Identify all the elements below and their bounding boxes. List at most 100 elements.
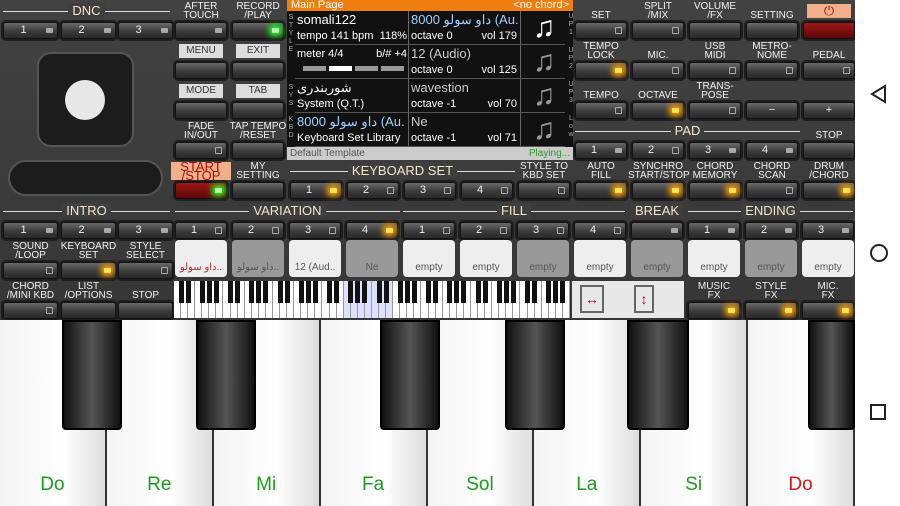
- chordmemory-button[interactable]: [689, 182, 741, 199]
- joystick-knob[interactable]: [65, 80, 105, 120]
- mini-black-key[interactable]: [525, 281, 531, 303]
- mini-black-key[interactable]: [383, 281, 389, 303]
- mini-black-key[interactable]: [553, 281, 559, 303]
- dnc2-button[interactable]: 2: [61, 22, 116, 39]
- styletokbd-button[interactable]: [518, 182, 570, 199]
- startstop-button[interactable]: [175, 182, 227, 199]
- mini-black-key[interactable]: [305, 281, 311, 303]
- tempolock-button[interactable]: [575, 62, 627, 79]
- menu-button[interactable]: [175, 62, 227, 79]
- octave-button[interactable]: [632, 102, 684, 119]
- mic-button[interactable]: [632, 62, 684, 79]
- mini-black-key[interactable]: [454, 281, 460, 303]
- black-key[interactable]: [380, 320, 440, 430]
- var1-button[interactable]: 1: [175, 222, 227, 239]
- keyboardset-button[interactable]: [61, 262, 116, 279]
- home-icon[interactable]: [869, 243, 889, 263]
- var3-button[interactable]: 3: [289, 222, 341, 239]
- part-3[interactable]: wavestion octave -1 vol 70: [408, 79, 521, 112]
- fade-button[interactable]: [175, 142, 227, 159]
- mini-black-key[interactable]: [355, 281, 361, 303]
- mini-black-key[interactable]: [199, 281, 205, 303]
- set-button[interactable]: [575, 22, 627, 39]
- mysetting-button[interactable]: [232, 182, 284, 199]
- setting-button[interactable]: [746, 22, 798, 39]
- taptempo-button[interactable]: [232, 142, 284, 159]
- end3-button[interactable]: 3: [802, 222, 854, 239]
- chordmini-button[interactable]: [3, 302, 58, 319]
- kbd3-button[interactable]: 3: [404, 182, 456, 199]
- pad2-button[interactable]: 2: [632, 142, 684, 159]
- pad-slot[interactable]: داو سولو..: [175, 240, 227, 277]
- pad4-button[interactable]: 4: [746, 142, 798, 159]
- display-row[interactable]: شوربندری System (Q.T.) wavestion octave -1 v…: [295, 79, 574, 113]
- padstop-button[interactable]: [803, 142, 855, 159]
- mini-black-key[interactable]: [560, 281, 566, 303]
- mini-black-key[interactable]: [404, 281, 410, 303]
- minus-button[interactable]: −: [746, 102, 798, 119]
- intro2-button[interactable]: 2: [61, 222, 116, 239]
- var4-button[interactable]: 4: [346, 222, 398, 239]
- modulation-icon[interactable]: ↕: [634, 285, 654, 313]
- mini-black-key[interactable]: [461, 281, 467, 303]
- pad-slot[interactable]: empty: [745, 240, 797, 277]
- stop-button[interactable]: [118, 302, 173, 319]
- pad-slot[interactable]: empty: [460, 240, 512, 277]
- music-note-icon[interactable]: ♫: [523, 113, 565, 146]
- mini-black-key[interactable]: [496, 281, 502, 303]
- ribbon-controller[interactable]: [8, 160, 163, 196]
- pedal-button[interactable]: [803, 62, 855, 79]
- autofill-button[interactable]: [575, 182, 627, 199]
- soundloop-button[interactable]: [3, 262, 58, 279]
- mini-black-key[interactable]: [312, 281, 318, 303]
- fill4-button[interactable]: 4: [574, 222, 626, 239]
- var2-button[interactable]: 2: [232, 222, 284, 239]
- recents-icon[interactable]: [869, 403, 887, 421]
- pad3-button[interactable]: 3: [689, 142, 741, 159]
- transpose-button[interactable]: [689, 102, 741, 119]
- pad-slot[interactable]: Ne: [346, 240, 398, 277]
- mini-keyboard[interactable]: [174, 281, 570, 318]
- kbd1-button[interactable]: 1: [290, 182, 342, 199]
- mini-black-key[interactable]: [348, 281, 354, 303]
- back-icon[interactable]: [869, 84, 887, 104]
- pad-slot[interactable]: empty: [688, 240, 740, 277]
- usbmidi-button[interactable]: [689, 62, 741, 79]
- end1-button[interactable]: 1: [688, 222, 740, 239]
- music-note-icon[interactable]: ♫: [523, 79, 565, 112]
- pad-slot[interactable]: empty: [802, 240, 854, 277]
- music-note-icon[interactable]: ♫: [523, 45, 565, 78]
- mini-black-key[interactable]: [327, 281, 333, 303]
- dnc3-button[interactable]: 3: [118, 22, 173, 39]
- fill3-button[interactable]: 3: [517, 222, 569, 239]
- mini-black-key[interactable]: [482, 281, 488, 303]
- stylefx-button[interactable]: [745, 302, 797, 319]
- exit-button[interactable]: [232, 62, 284, 79]
- styleselect-button[interactable]: [118, 262, 173, 279]
- mode-button[interactable]: [175, 102, 227, 119]
- part-1[interactable]: داو سولو 8000 (Au..octave 0vol 179: [408, 11, 521, 44]
- pad-slot[interactable]: empty: [574, 240, 626, 277]
- piano-keyboard[interactable]: Do Re Mi Fa Sol La Si Do: [0, 320, 855, 506]
- mini-black-key[interactable]: [228, 281, 234, 303]
- part-4[interactable]: Ne octave -1 vol 71: [408, 113, 521, 146]
- drumchord-button[interactable]: [803, 182, 855, 199]
- fill2-button[interactable]: 2: [460, 222, 512, 239]
- mini-black-key[interactable]: [426, 281, 432, 303]
- mini-black-key[interactable]: [334, 281, 340, 303]
- mini-black-key[interactable]: [277, 281, 283, 303]
- mini-black-key[interactable]: [510, 281, 516, 303]
- pad-slot[interactable]: empty: [631, 240, 683, 277]
- dnc1-button[interactable]: 1: [3, 22, 58, 39]
- volume-button[interactable]: [689, 22, 741, 39]
- plus-button[interactable]: +: [803, 102, 855, 119]
- mini-black-key[interactable]: [397, 281, 403, 303]
- metronome-button[interactable]: [746, 62, 798, 79]
- pitch-mod-area[interactable]: ↔ ↕: [572, 281, 684, 318]
- pad-slot[interactable]: empty: [517, 240, 569, 277]
- mini-black-key[interactable]: [503, 281, 509, 303]
- mini-black-key[interactable]: [362, 281, 368, 303]
- mini-black-key[interactable]: [532, 281, 538, 303]
- mini-black-key[interactable]: [447, 281, 453, 303]
- mini-black-key[interactable]: [411, 281, 417, 303]
